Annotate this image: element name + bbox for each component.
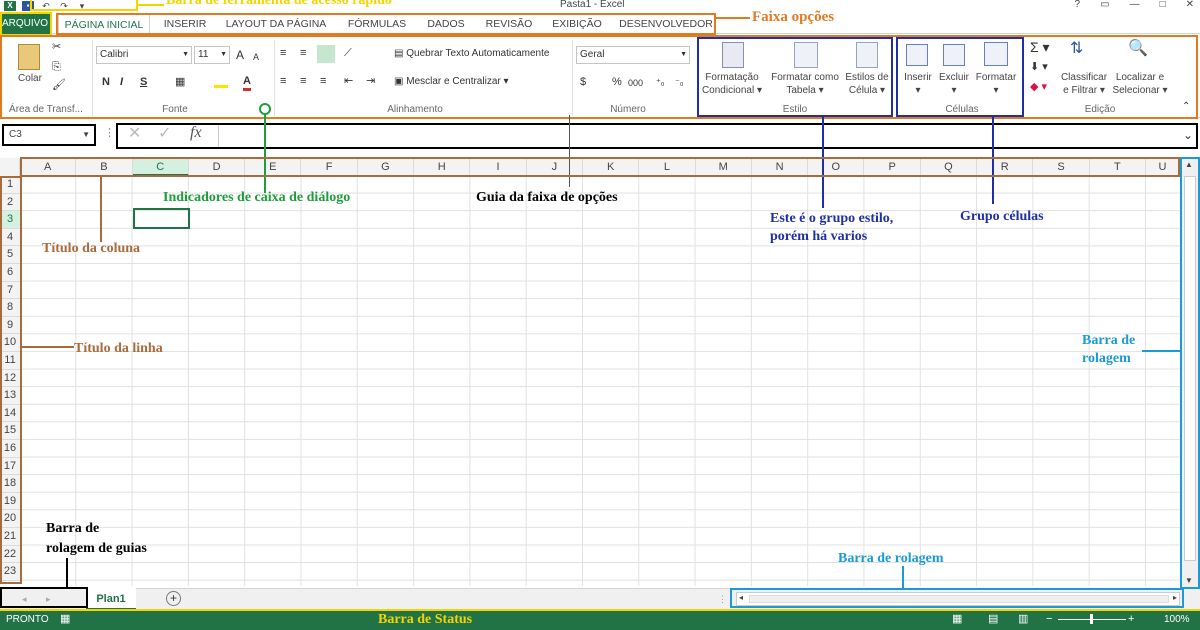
vscroll-highlight — [1180, 157, 1200, 589]
dialog-pointer — [264, 115, 266, 193]
statusbar-annotation: Barra de Status — [378, 612, 473, 627]
file-tab-highlight — [0, 12, 52, 36]
hscroll-annotation: Barra de rolagem — [838, 551, 944, 566]
tab-scroll-highlight — [0, 587, 88, 608]
select-all-button[interactable] — [0, 158, 20, 176]
help-icon[interactable]: ? — [1075, 0, 1081, 10]
document-title: Pasta1 - Excel — [560, 0, 625, 10]
name-box-value: C3 — [9, 129, 22, 140]
row-title-pointer — [22, 346, 74, 348]
ribbon-display-icon[interactable]: ▭ — [1100, 0, 1109, 10]
cells-annotation: Grupo células — [960, 209, 1044, 224]
expand-formula-icon[interactable]: ⌄ — [1183, 128, 1193, 142]
formula-bar-grip-icon: ⋮ — [104, 127, 115, 139]
insert-function-button[interactable]: fx — [190, 125, 202, 141]
excel-logo-icon: X — [4, 1, 16, 11]
column-header-highlight — [20, 157, 1180, 177]
vscroll-annotation-2: rolagem — [1082, 351, 1131, 366]
cancel-icon[interactable]: ✕ — [128, 126, 141, 142]
statusbar-highlight — [0, 609, 1200, 630]
name-box[interactable]: C3 ▼ — [2, 124, 96, 146]
column-title-annotation: Título da coluna — [42, 241, 141, 256]
qat-annotation: Barra de ferramenta de acesso rápido — [166, 0, 392, 8]
ribbon-tab-annotation: Guia da faixa de opções — [476, 190, 618, 205]
tabs-highlight — [56, 13, 716, 35]
hscroll-highlight — [730, 588, 1184, 608]
cells-group-highlight — [896, 37, 1024, 117]
cell-grid[interactable] — [20, 176, 1180, 586]
qat-pointer — [138, 4, 164, 6]
close-icon[interactable]: ✕ — [1186, 0, 1194, 10]
sheet-tab-plan1[interactable]: Plan1 — [86, 588, 136, 610]
tab-scroll-annotation-1: Barra de — [46, 521, 100, 536]
ribbon-annotation: Faixa opções — [752, 9, 835, 25]
vscroll-pointer — [1142, 350, 1180, 352]
window-controls: ? ▭ — □ ✕ — [1075, 0, 1194, 10]
split-grip-icon: ⋮ — [718, 594, 727, 604]
restore-icon[interactable]: □ — [1160, 0, 1166, 10]
vscroll-annotation-1: Barra de — [1082, 333, 1136, 348]
dialog-annotation: Indicadores de caixa de diálogo — [163, 190, 351, 205]
row-header-highlight — [0, 176, 22, 584]
row-title-annotation: Título da linha — [74, 341, 163, 356]
minimize-icon[interactable]: — — [1130, 0, 1140, 10]
style-annotation: Este é o grupo estilo, porém há varios — [770, 211, 894, 244]
chevron-down-icon: ▼ — [82, 130, 90, 139]
active-cell-c3[interactable] — [133, 208, 190, 229]
add-sheet-button[interactable]: + — [166, 591, 181, 606]
tab-scroll-pointer — [66, 558, 68, 588]
tab-scroll-annotation-2: rolagem de guias — [46, 541, 147, 556]
enter-icon[interactable]: ✓ — [158, 126, 171, 142]
divider — [218, 125, 219, 147]
ribbon-pointer — [716, 17, 750, 19]
column-title-pointer — [100, 176, 102, 242]
formula-bar — [116, 123, 1198, 149]
style-group-highlight — [697, 37, 893, 117]
hscroll-pointer — [902, 566, 904, 588]
qat-highlight — [30, 0, 138, 11]
